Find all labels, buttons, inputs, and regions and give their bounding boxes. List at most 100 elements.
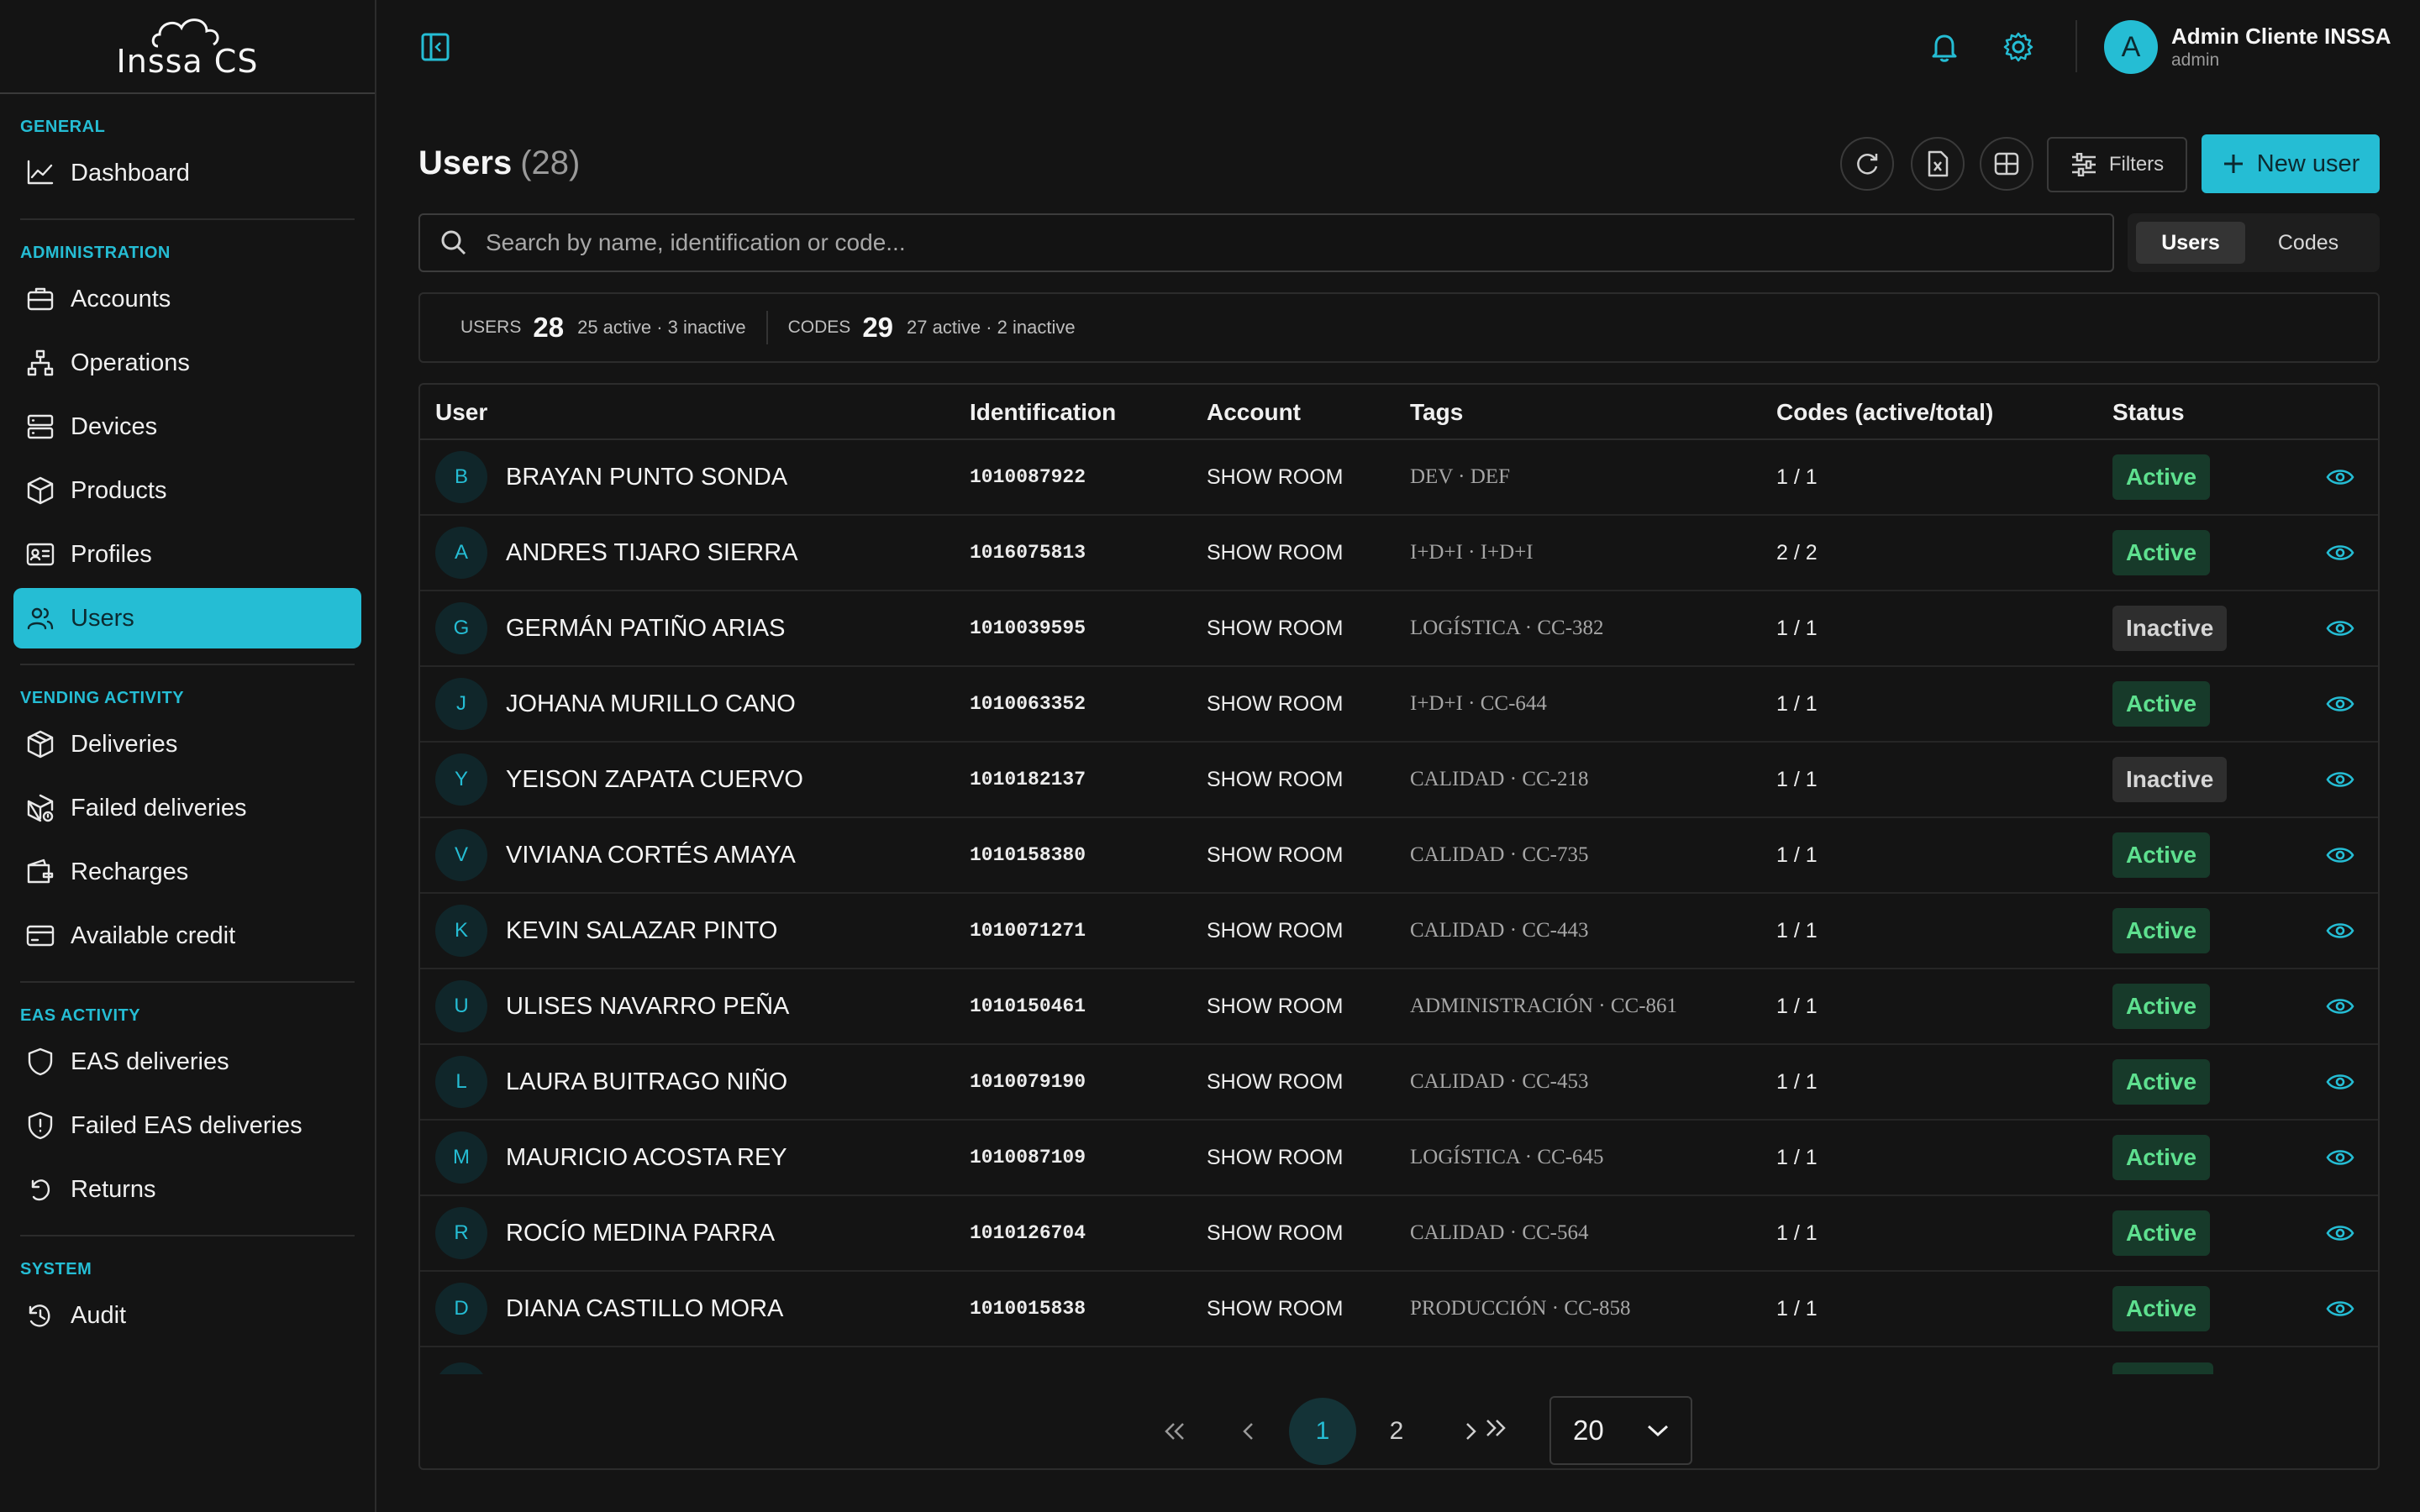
columns-button[interactable] [1980, 137, 2033, 191]
collapse-sidebar-icon[interactable] [420, 32, 450, 62]
col-codes[interactable]: Codes (active/total) [1776, 385, 1993, 440]
user-name-cell[interactable]: GERMÁN PATIÑO ARIAS [506, 615, 785, 643]
view-button[interactable] [2326, 1272, 2354, 1346]
account-cell: SHOW ROOM [1207, 465, 1344, 489]
sidebar-item-products[interactable]: Products [13, 460, 361, 521]
first-page-icon[interactable] [1141, 1398, 1208, 1465]
status-cell: Active [2112, 440, 2211, 514]
view-button[interactable] [2326, 743, 2354, 816]
search-input[interactable] [486, 229, 2082, 256]
sidebar-item-failed-eas-deliveries[interactable]: Failed EAS deliveries [13, 1095, 361, 1156]
sidebar-item-deliveries[interactable]: Deliveries [13, 714, 361, 774]
sliders-icon [2071, 153, 2096, 176]
sidebar-item-audit[interactable]: Audit [13, 1285, 361, 1346]
tags-cell: LOGÍSTICA · CC-645 [1410, 1146, 1604, 1168]
refresh-button[interactable] [1840, 137, 1894, 191]
col-account[interactable]: Account [1207, 385, 1301, 440]
page-size-select[interactable]: 20 [1549, 1396, 1692, 1465]
user-name-cell[interactable]: MAURICIO ACOSTA REY [506, 1144, 787, 1172]
search-box[interactable] [418, 213, 2114, 272]
sidebar-item-users[interactable]: Users [13, 588, 361, 648]
nav-section-title: SYSTEM [20, 1260, 92, 1278]
last-page-icon[interactable] [1462, 1394, 1529, 1462]
user-cell: A ANDRES TIJARO SIERRA [435, 516, 798, 590]
status-badge: Active [2112, 1210, 2211, 1256]
user-avatar[interactable]: A [2104, 20, 2158, 74]
table-row[interactable]: U ULISES NAVARRO PEÑA 1010150461 SHOW RO… [420, 969, 2378, 1045]
view-button[interactable] [2326, 1045, 2354, 1119]
export-excel-button[interactable] [1911, 137, 1965, 191]
table-row[interactable]: L LAURA BUITRAGO NIÑO 1010079190 SHOW RO… [420, 1045, 2378, 1121]
sidebar-item-devices[interactable]: Devices [13, 396, 361, 457]
status-badge: Active [2112, 908, 2211, 953]
table-row[interactable]: R ROCÍO MEDINA PARRA 1010126704 SHOW ROO… [420, 1196, 2378, 1272]
table-row[interactable]: A ANDRES TIJARO SIERRA 1016075813 SHOW R… [420, 516, 2378, 591]
user-name-cell[interactable]: ANDRES TIJARO SIERRA [506, 539, 798, 567]
user-name-cell[interactable]: VIVIANA CORTÉS AMAYA [506, 842, 796, 869]
view-button[interactable] [2326, 516, 2354, 590]
gear-icon[interactable] [2002, 30, 2035, 64]
sidebar-item-accounts[interactable]: Accounts [13, 269, 361, 329]
table-row[interactable]: G GERMÁN PATIÑO ARIAS 1010039595 SHOW RO… [420, 591, 2378, 667]
sidebar-item-label: Returns [71, 1175, 156, 1203]
user-name-cell[interactable]: ROCÍO MEDINA PARRA [506, 1220, 775, 1247]
new-user-button[interactable]: New user [2202, 134, 2380, 193]
table-row[interactable]: V VIVIANA CORTÉS AMAYA 1010158380 SHOW R… [420, 818, 2378, 894]
table-columns-icon [1994, 152, 2019, 176]
table-row[interactable]: J JOHANA MURILLO CANO 1010063352 SHOW RO… [420, 667, 2378, 743]
status-cell: Inactive [2112, 591, 2228, 665]
topbar: A Admin Cliente INSSA admin [376, 0, 2420, 94]
nav-section: VENDING ACTIVITY Deliveries Failed deliver… [0, 665, 375, 966]
toggle-users[interactable]: Users [2136, 222, 2245, 264]
table-row[interactable]: K KEVIN SALAZAR PINTO 1010071271 SHOW RO… [420, 894, 2378, 969]
view-button[interactable] [2326, 1121, 2354, 1194]
user-name-cell[interactable]: ULISES NAVARRO PEÑA [506, 993, 789, 1021]
user-name-cell[interactable]: DIANA CASTILLO MORA [506, 1295, 783, 1323]
table-row[interactable]: B BRAYAN PUNTO SONDA 1010087922 SHOW ROO… [420, 440, 2378, 516]
user-name-cell[interactable]: YEISON ZAPATA CUERVO [506, 766, 803, 794]
view-button[interactable] [2326, 969, 2354, 1043]
sidebar-item-returns[interactable]: Returns [13, 1159, 361, 1220]
col-identification[interactable]: Identification [970, 385, 1116, 440]
user-cell: M MAURICIO ACOSTA REY [435, 1121, 787, 1194]
toggle-codes[interactable]: Codes [2245, 222, 2371, 264]
brand-logo[interactable]: Inssa CS [108, 13, 267, 80]
bell-icon[interactable] [1928, 30, 1961, 64]
stats-bar: USERS 28 25 active · 3 inactive CODES 29… [418, 292, 2380, 363]
user-name-cell[interactable]: BRAYAN PUNTO SONDA [506, 464, 787, 491]
view-button[interactable] [2326, 1196, 2354, 1270]
users-codes-toggle: Users Codes [2128, 213, 2380, 272]
tags-cell: I+D+I · I+D+I [1410, 541, 1534, 564]
table-row[interactable]: Y YEISON ZAPATA CUERVO 1010182137 SHOW R… [420, 743, 2378, 818]
col-status[interactable]: Status [2112, 385, 2185, 440]
status-cell: Active [2112, 1121, 2211, 1194]
user-name-cell[interactable]: LAURA BUITRAGO NIÑO [506, 1068, 787, 1096]
view-button[interactable] [2326, 894, 2354, 968]
table-row[interactable]: M MAURICIO ACOSTA REY 1010087109 SHOW RO… [420, 1121, 2378, 1196]
user-name-cell[interactable]: KEVIN SALAZAR PINTO [506, 917, 777, 945]
sidebar-item-eas-deliveries[interactable]: EAS deliveries [13, 1032, 361, 1092]
user-name-cell[interactable]: JOHANA MURILLO CANO [506, 690, 796, 718]
tags-cell: PRODUCCIÓN · CC-858 [1410, 1297, 1631, 1320]
sidebar-item-operations[interactable]: Operations [13, 333, 361, 393]
tags-cell: CALIDAD · CC-735 [1410, 843, 1589, 866]
sidebar-item-failed-deliveries[interactable]: Failed deliveries [13, 778, 361, 838]
sidebar-item-recharges[interactable]: Recharges [13, 842, 361, 902]
view-button[interactable] [2326, 818, 2354, 892]
table-row[interactable]: D DIANA CASTILLO MORA 1010015838 SHOW RO… [420, 1272, 2378, 1347]
filters-button[interactable]: Filters [2047, 137, 2187, 192]
sidebar-item-available-credit[interactable]: Available credit [13, 906, 361, 966]
col-tags[interactable]: Tags [1410, 385, 1463, 440]
sidebar-item-dashboard[interactable]: Dashboard [13, 143, 361, 203]
sidebar-item-profiles[interactable]: Profiles [13, 524, 361, 585]
view-button[interactable] [2326, 667, 2354, 741]
page-2[interactable]: 2 [1363, 1398, 1430, 1465]
col-user[interactable]: User [435, 385, 487, 440]
user-cell: U ULISES NAVARRO PEÑA [435, 969, 789, 1043]
view-button[interactable] [2326, 440, 2354, 514]
user-name[interactable]: Admin Cliente INSSA [2171, 24, 2391, 50]
page-1[interactable]: 1 [1289, 1398, 1356, 1465]
view-button[interactable] [2326, 591, 2354, 665]
eye-icon [2326, 545, 2354, 560]
prev-page-icon[interactable] [1215, 1398, 1282, 1465]
